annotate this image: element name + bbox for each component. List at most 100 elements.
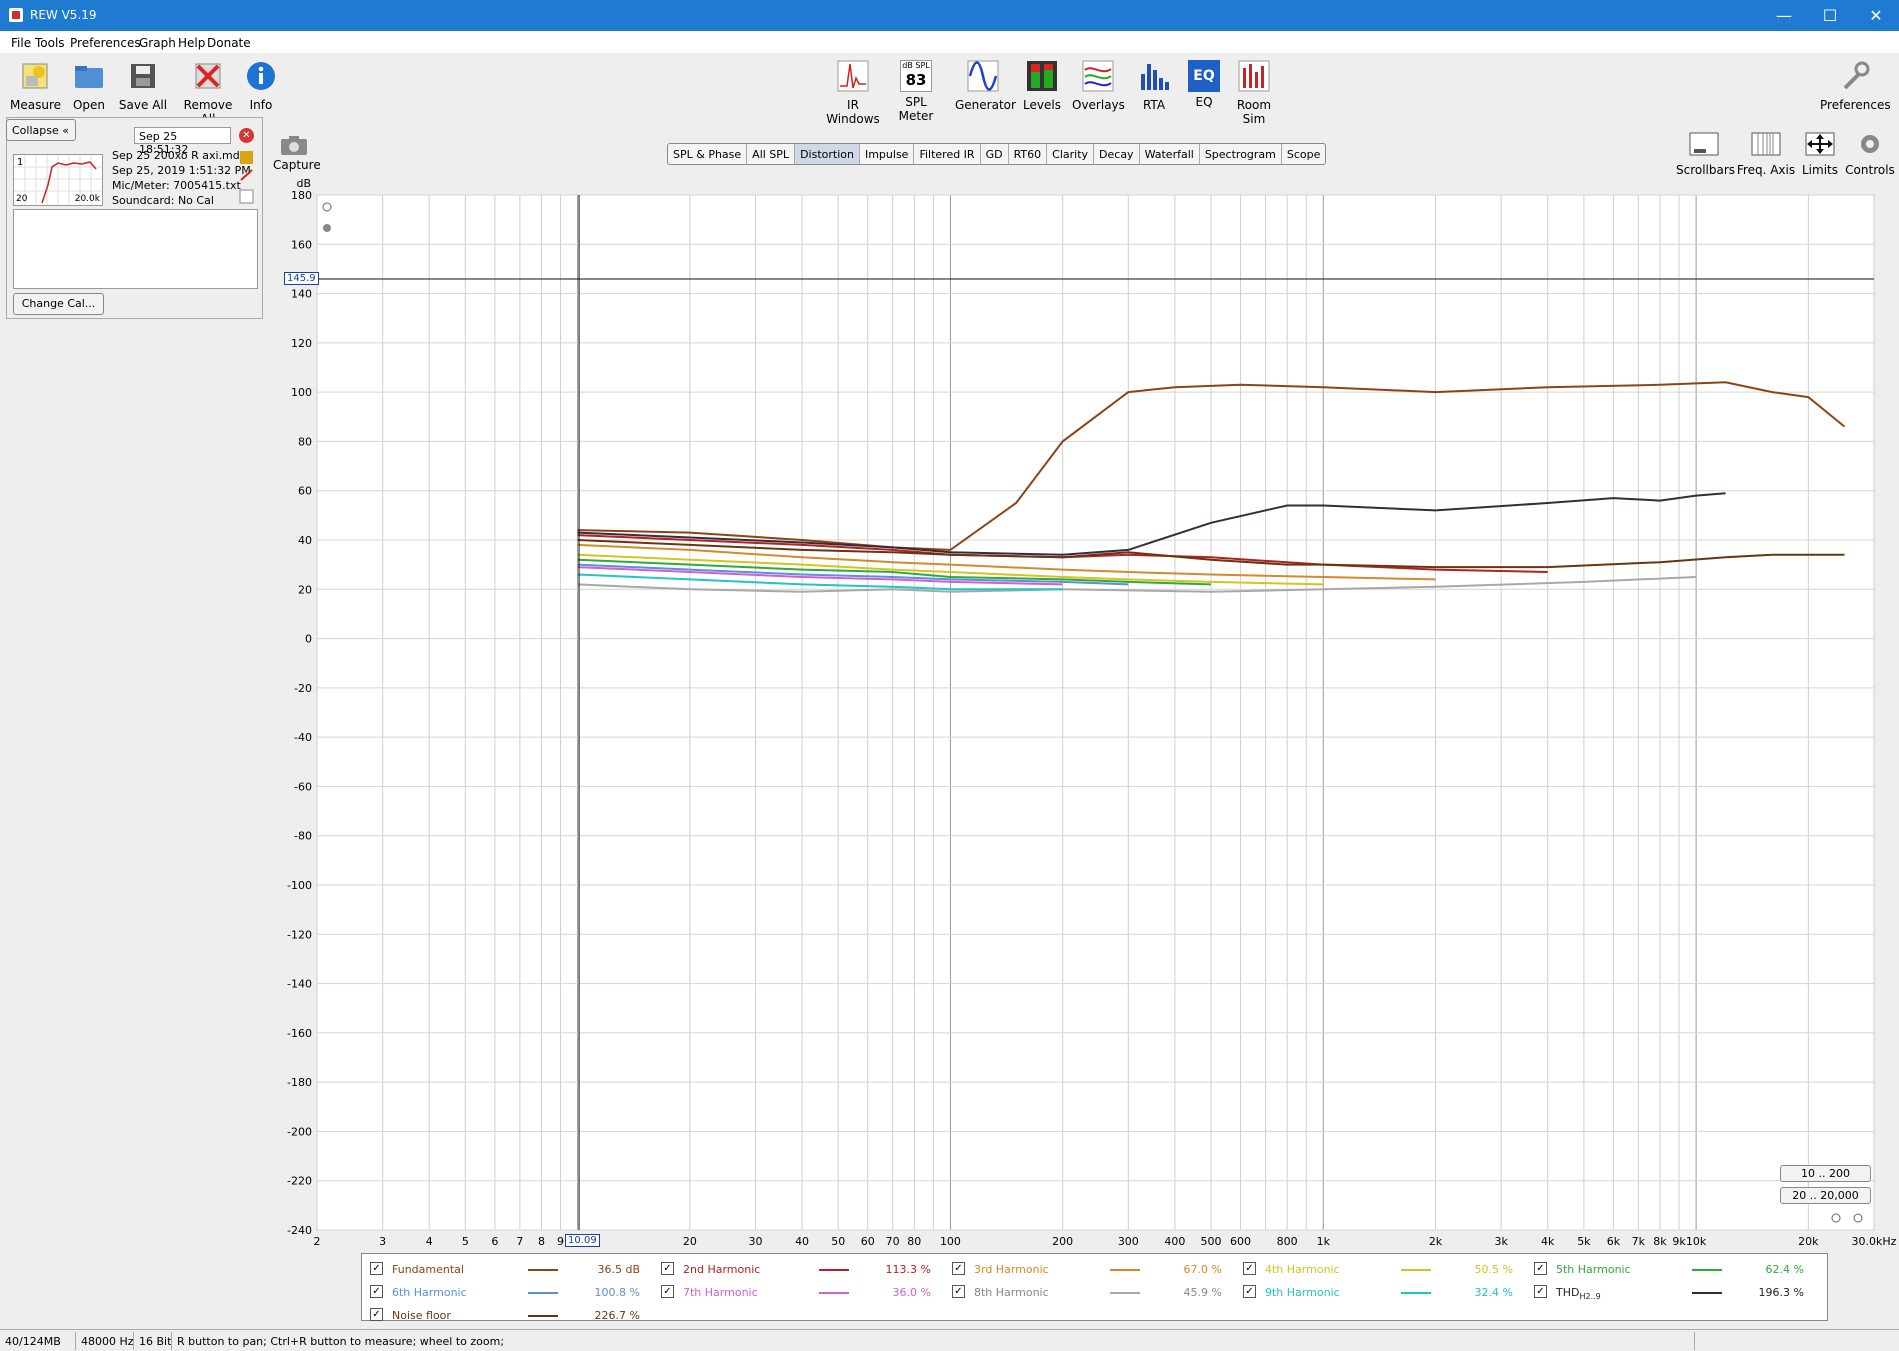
legend-checkbox[interactable]: ✓	[370, 1262, 383, 1275]
legend-checkbox[interactable]: ✓	[952, 1285, 965, 1298]
status-sample-rate: 48000 Hz	[81, 1335, 134, 1348]
y-tick-label: 180	[291, 189, 312, 202]
y-tick-label: -120	[287, 928, 312, 941]
x-tick-label: 4	[426, 1235, 433, 1248]
y-tick-label: -60	[294, 780, 312, 793]
y-tick-label: -40	[294, 731, 312, 744]
legend-value: 100.8 %	[594, 1286, 640, 1299]
x-tick-label: 100	[940, 1235, 961, 1248]
legend-name: 8th Harmonic	[974, 1286, 1049, 1299]
x-tick-label: 30.0kHz	[1852, 1235, 1897, 1248]
x-tick-label: 6	[491, 1235, 498, 1248]
legend-name: Noise floor	[392, 1309, 451, 1322]
x-tick-label: 400	[1164, 1235, 1185, 1248]
y-tick-label: 40	[298, 534, 312, 547]
legend-checkbox[interactable]: ✓	[1534, 1262, 1547, 1275]
x-tick-label: 800	[1277, 1235, 1298, 1248]
zoom-out-icon	[1853, 1213, 1863, 1223]
y-tick-label: 120	[291, 337, 312, 350]
x-tick-label: 60	[861, 1235, 875, 1248]
legend-checkbox[interactable]: ✓	[1534, 1285, 1547, 1298]
x-tick-label: 600	[1230, 1235, 1251, 1248]
legend-checkbox[interactable]: ✓	[1243, 1262, 1256, 1275]
y-tick-label: -240	[287, 1224, 312, 1237]
x-tick-label: 500	[1201, 1235, 1222, 1248]
legend-swatch	[1110, 1292, 1140, 1294]
x-tick-label: 3	[379, 1235, 386, 1248]
bottom-zoom-icons[interactable]	[1828, 1209, 1868, 1227]
x-tick-label: 70	[886, 1235, 900, 1248]
x-tick-label: 2k	[1429, 1235, 1443, 1248]
zoom-out-icon	[323, 224, 331, 232]
zoom-in-icon	[1831, 1213, 1841, 1223]
x-tick-label: 7	[516, 1235, 523, 1248]
cursor-level-readout: 145.9	[284, 272, 319, 286]
legend-subscript: H2..9	[1579, 1292, 1601, 1302]
legend-value: 50.5 %	[1474, 1263, 1513, 1276]
status-bar: 40/124MB 48000 Hz 16 Bit R button to pan…	[0, 1329, 1899, 1351]
y-axis-label: dB	[296, 177, 311, 190]
y-tick-label: 140	[291, 288, 312, 301]
x-tick-label: 10k	[1686, 1235, 1707, 1248]
legend-swatch	[1692, 1292, 1722, 1294]
legend-value: 36.0 %	[892, 1286, 931, 1299]
y-tick-label: 60	[298, 485, 312, 498]
range-20-20000-button[interactable]: 20 .. 20,000	[1780, 1187, 1871, 1204]
legend-swatch	[528, 1269, 558, 1271]
x-tick-label: 20	[683, 1235, 697, 1248]
y-tick-label: -180	[287, 1076, 312, 1089]
legend-name: 6th Harmonic	[392, 1286, 467, 1299]
legend-checkbox[interactable]: ✓	[661, 1262, 674, 1275]
x-tick-label: 4k	[1541, 1235, 1555, 1248]
legend-value: 113.3 %	[885, 1263, 931, 1276]
x-tick-label: 40	[795, 1235, 809, 1248]
legend-swatch	[1401, 1292, 1431, 1294]
y-tick-label: 100	[291, 386, 312, 399]
legend-swatch	[1110, 1269, 1140, 1271]
x-tick-label: 300	[1118, 1235, 1139, 1248]
legend-value: 226.7 %	[594, 1309, 640, 1322]
legend-name: 5th Harmonic	[1556, 1263, 1631, 1276]
y-tick-label: -160	[287, 1027, 312, 1040]
plot-area[interactable]	[316, 194, 1875, 1231]
y-tick-label: 0	[305, 633, 312, 646]
range-10-200-button[interactable]: 10 .. 200	[1780, 1165, 1871, 1182]
y-tick-label: -140	[287, 978, 312, 991]
y-tick-label: -200	[287, 1125, 312, 1138]
legend-name: Fundamental	[392, 1263, 464, 1276]
legend-checkbox[interactable]: ✓	[952, 1262, 965, 1275]
legend-name: 7th Harmonic	[683, 1286, 758, 1299]
y-tick-label: 20	[298, 583, 312, 596]
legend-checkbox[interactable]: ✓	[370, 1308, 383, 1321]
y-tick-label: -100	[287, 879, 312, 892]
y-tick-label: 80	[298, 435, 312, 448]
legend-value: 62.4 %	[1765, 1263, 1804, 1276]
legend-swatch	[528, 1292, 558, 1294]
legend-value: 196.3 %	[1758, 1286, 1804, 1299]
x-tick-label: 5	[462, 1235, 469, 1248]
cursor-freq-readout: 10.09	[565, 1234, 600, 1247]
legend-checkbox[interactable]: ✓	[1243, 1285, 1256, 1298]
legend-checkbox[interactable]: ✓	[661, 1285, 674, 1298]
x-tick-label: 6k	[1607, 1235, 1621, 1248]
x-tick-label: 2	[314, 1235, 321, 1248]
x-tick-label: 200	[1052, 1235, 1073, 1248]
y-tick-label: -220	[287, 1175, 312, 1188]
distortion-graph[interactable]: 2 3 4 5 6 7 8 9 20 30 40 50 60 70 80 100 200 300 400 500 600…	[0, 0, 1899, 1351]
legend-name: 9th Harmonic	[1265, 1286, 1340, 1299]
x-tick-label: 50	[831, 1235, 845, 1248]
y-tick-label: -20	[294, 682, 312, 695]
legend-value: 45.9 %	[1183, 1286, 1222, 1299]
legend-swatch	[1401, 1269, 1431, 1271]
status-bit-depth: 16 Bit	[139, 1335, 172, 1348]
legend-name: THDH2..9	[1556, 1286, 1601, 1302]
legend-value: 67.0 %	[1183, 1263, 1222, 1276]
x-tick-label: 80	[907, 1235, 921, 1248]
legend-panel: ✓ Fundamental 36.5 dB ✓ 2nd Harmonic 113.3 % ✓…	[361, 1253, 1828, 1322]
legend-checkbox[interactable]: ✓	[370, 1285, 383, 1298]
status-hint: R button to pan; Ctrl+R button to measur…	[177, 1335, 505, 1348]
legend-swatch	[1692, 1269, 1722, 1271]
x-tick-label: 9	[557, 1235, 564, 1248]
legend-name: 3rd Harmonic	[974, 1263, 1049, 1276]
x-tick-label: 3k	[1494, 1235, 1508, 1248]
